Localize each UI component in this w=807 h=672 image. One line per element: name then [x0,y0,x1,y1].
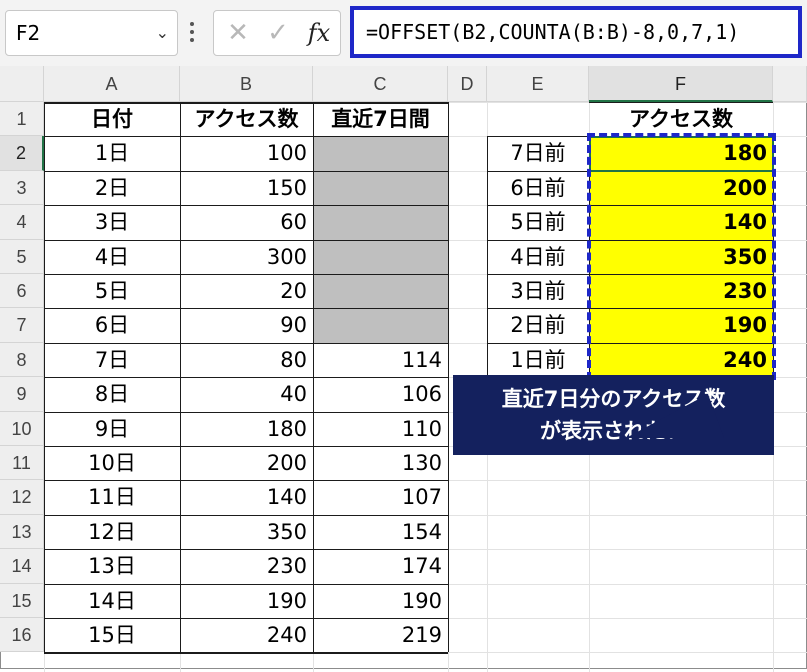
side-cell-label[interactable]: 6日前 [487,171,589,205]
cell-recent7[interactable]: 174 [313,549,448,583]
cell-access[interactable]: 140 [180,480,313,514]
cell-date[interactable]: 6日 [44,308,180,342]
side-cell-label[interactable]: 1日前 [487,343,589,377]
column-header-e[interactable]: E [487,66,589,102]
row-header-13[interactable]: 13 [0,514,44,550]
row-header-6[interactable]: 6 [0,274,44,309]
cell-recent7[interactable]: 219 [313,618,448,652]
row-header-11[interactable]: 11 [0,446,44,481]
cancel-icon[interactable]: ✕ [218,11,258,55]
cell-access[interactable]: 100 [180,136,313,170]
cell-recent7[interactable]: 110 [313,412,448,446]
cell-access[interactable]: 60 [180,205,313,239]
row-header-10[interactable]: 10 [0,411,44,446]
select-all-corner[interactable] [0,66,44,102]
cell-date[interactable]: 13日 [44,549,180,583]
row-header-16[interactable]: 16 [0,618,44,653]
more-options-icon[interactable] [188,18,196,46]
side-cell-label[interactable]: 7日前 [487,136,589,170]
cell-recent7[interactable] [313,308,448,342]
insert-function-icon[interactable]: fx [300,11,338,55]
side-cell-label[interactable]: 3日前 [487,274,589,308]
cell-date[interactable]: 10日 [44,446,180,480]
cell-date[interactable]: 4日 [44,240,180,274]
cell-recent7[interactable] [313,240,448,274]
row-header-8[interactable]: 8 [0,342,44,378]
column-header-a[interactable]: A [44,66,180,102]
cell-access[interactable]: 240 [180,618,313,652]
cell-access[interactable]: 200 [180,446,313,480]
cell-access[interactable]: 150 [180,171,313,205]
column-header-d[interactable]: D [448,66,487,102]
column-header-b[interactable]: B [180,66,313,102]
cell-recent7[interactable] [313,274,448,308]
name-box-value: F2 [16,21,41,45]
row-header-7[interactable]: 7 [0,308,44,343]
spill-range-border [587,133,776,381]
cell-recent7[interactable]: 154 [313,515,448,549]
cell-date[interactable]: 14日 [44,584,180,618]
row-header-12[interactable]: 12 [0,480,44,515]
cell-recent7[interactable] [313,171,448,205]
cell-access[interactable]: 180 [180,412,313,446]
row-header-5[interactable]: 5 [0,239,44,274]
cell-date[interactable]: 7日 [44,343,180,377]
formula-buttons: ✕ ✓ fx [213,10,341,56]
row-header-9[interactable]: 9 [0,377,44,412]
chevron-down-icon[interactable]: ⌄ [156,11,169,55]
side-cell-label[interactable]: 2日前 [487,308,589,342]
table-border [44,652,448,655]
cell-access[interactable]: 20 [180,274,313,308]
side-cell-label[interactable]: 5日前 [487,205,589,239]
cell-date[interactable]: 2日 [44,171,180,205]
cell-access[interactable]: 40 [180,377,313,411]
cell-recent7[interactable]: 106 [313,377,448,411]
table-col-line [448,102,449,653]
header-date[interactable]: 日付 [44,102,180,136]
row-header-1[interactable]: 1 [0,102,44,137]
cell-date[interactable]: 12日 [44,515,180,549]
cell-access[interactable]: 90 [180,308,313,342]
row-header-14[interactable]: 14 [0,549,44,584]
enter-icon[interactable]: ✓ [258,11,298,55]
callout-pointer [626,394,724,438]
cell-date[interactable]: 11日 [44,480,180,514]
cell-access[interactable]: 230 [180,549,313,583]
cell-access[interactable]: 350 [180,515,313,549]
cell-date[interactable]: 15日 [44,618,180,652]
row-header-3[interactable]: 3 [0,170,44,206]
cell-recent7[interactable] [313,136,448,170]
side-cell-label[interactable]: 4日前 [487,240,589,274]
header-recent7[interactable]: 直近7日間 [313,102,448,136]
formula-input[interactable]: =OFFSET(B2,COUNTA(B:B)-8,0,7,1) [350,6,802,58]
column-header-f[interactable]: F [589,66,773,102]
cell-date[interactable]: 5日 [44,274,180,308]
column-header-c[interactable]: C [313,66,448,102]
row-header-4[interactable]: 4 [0,205,44,240]
cell-access[interactable]: 190 [180,584,313,618]
cell-date[interactable]: 1日 [44,136,180,170]
cell-recent7[interactable] [313,205,448,239]
cell-recent7[interactable]: 130 [313,446,448,480]
cell-recent7[interactable]: 114 [313,343,448,377]
name-box[interactable]: F2 ⌄ [5,10,178,56]
row-header-15[interactable]: 15 [0,583,44,618]
row-header-2[interactable]: 2 [0,136,44,171]
cell-date[interactable]: 9日 [44,412,180,446]
formula-bar: F2 ⌄ ✕ ✓ fx =OFFSET(B2,COUNTA(B:B)-8,0,7… [0,0,807,66]
cell-access[interactable]: 300 [180,240,313,274]
cell-date[interactable]: 8日 [44,377,180,411]
worksheet-grid: A B C D E F 1 2 3 4 5 6 7 8 9 10 11 12 13 14 15 16 日付 アクセス数 直近7日… [0,66,807,672]
header-access[interactable]: アクセス数 [180,102,313,136]
column-header-g[interactable] [773,66,807,102]
cell-recent7[interactable]: 190 [313,584,448,618]
cell-date[interactable]: 3日 [44,205,180,239]
cell-recent7[interactable]: 107 [313,480,448,514]
side-header-access[interactable]: アクセス数 [589,102,773,136]
cell-access[interactable]: 80 [180,343,313,377]
